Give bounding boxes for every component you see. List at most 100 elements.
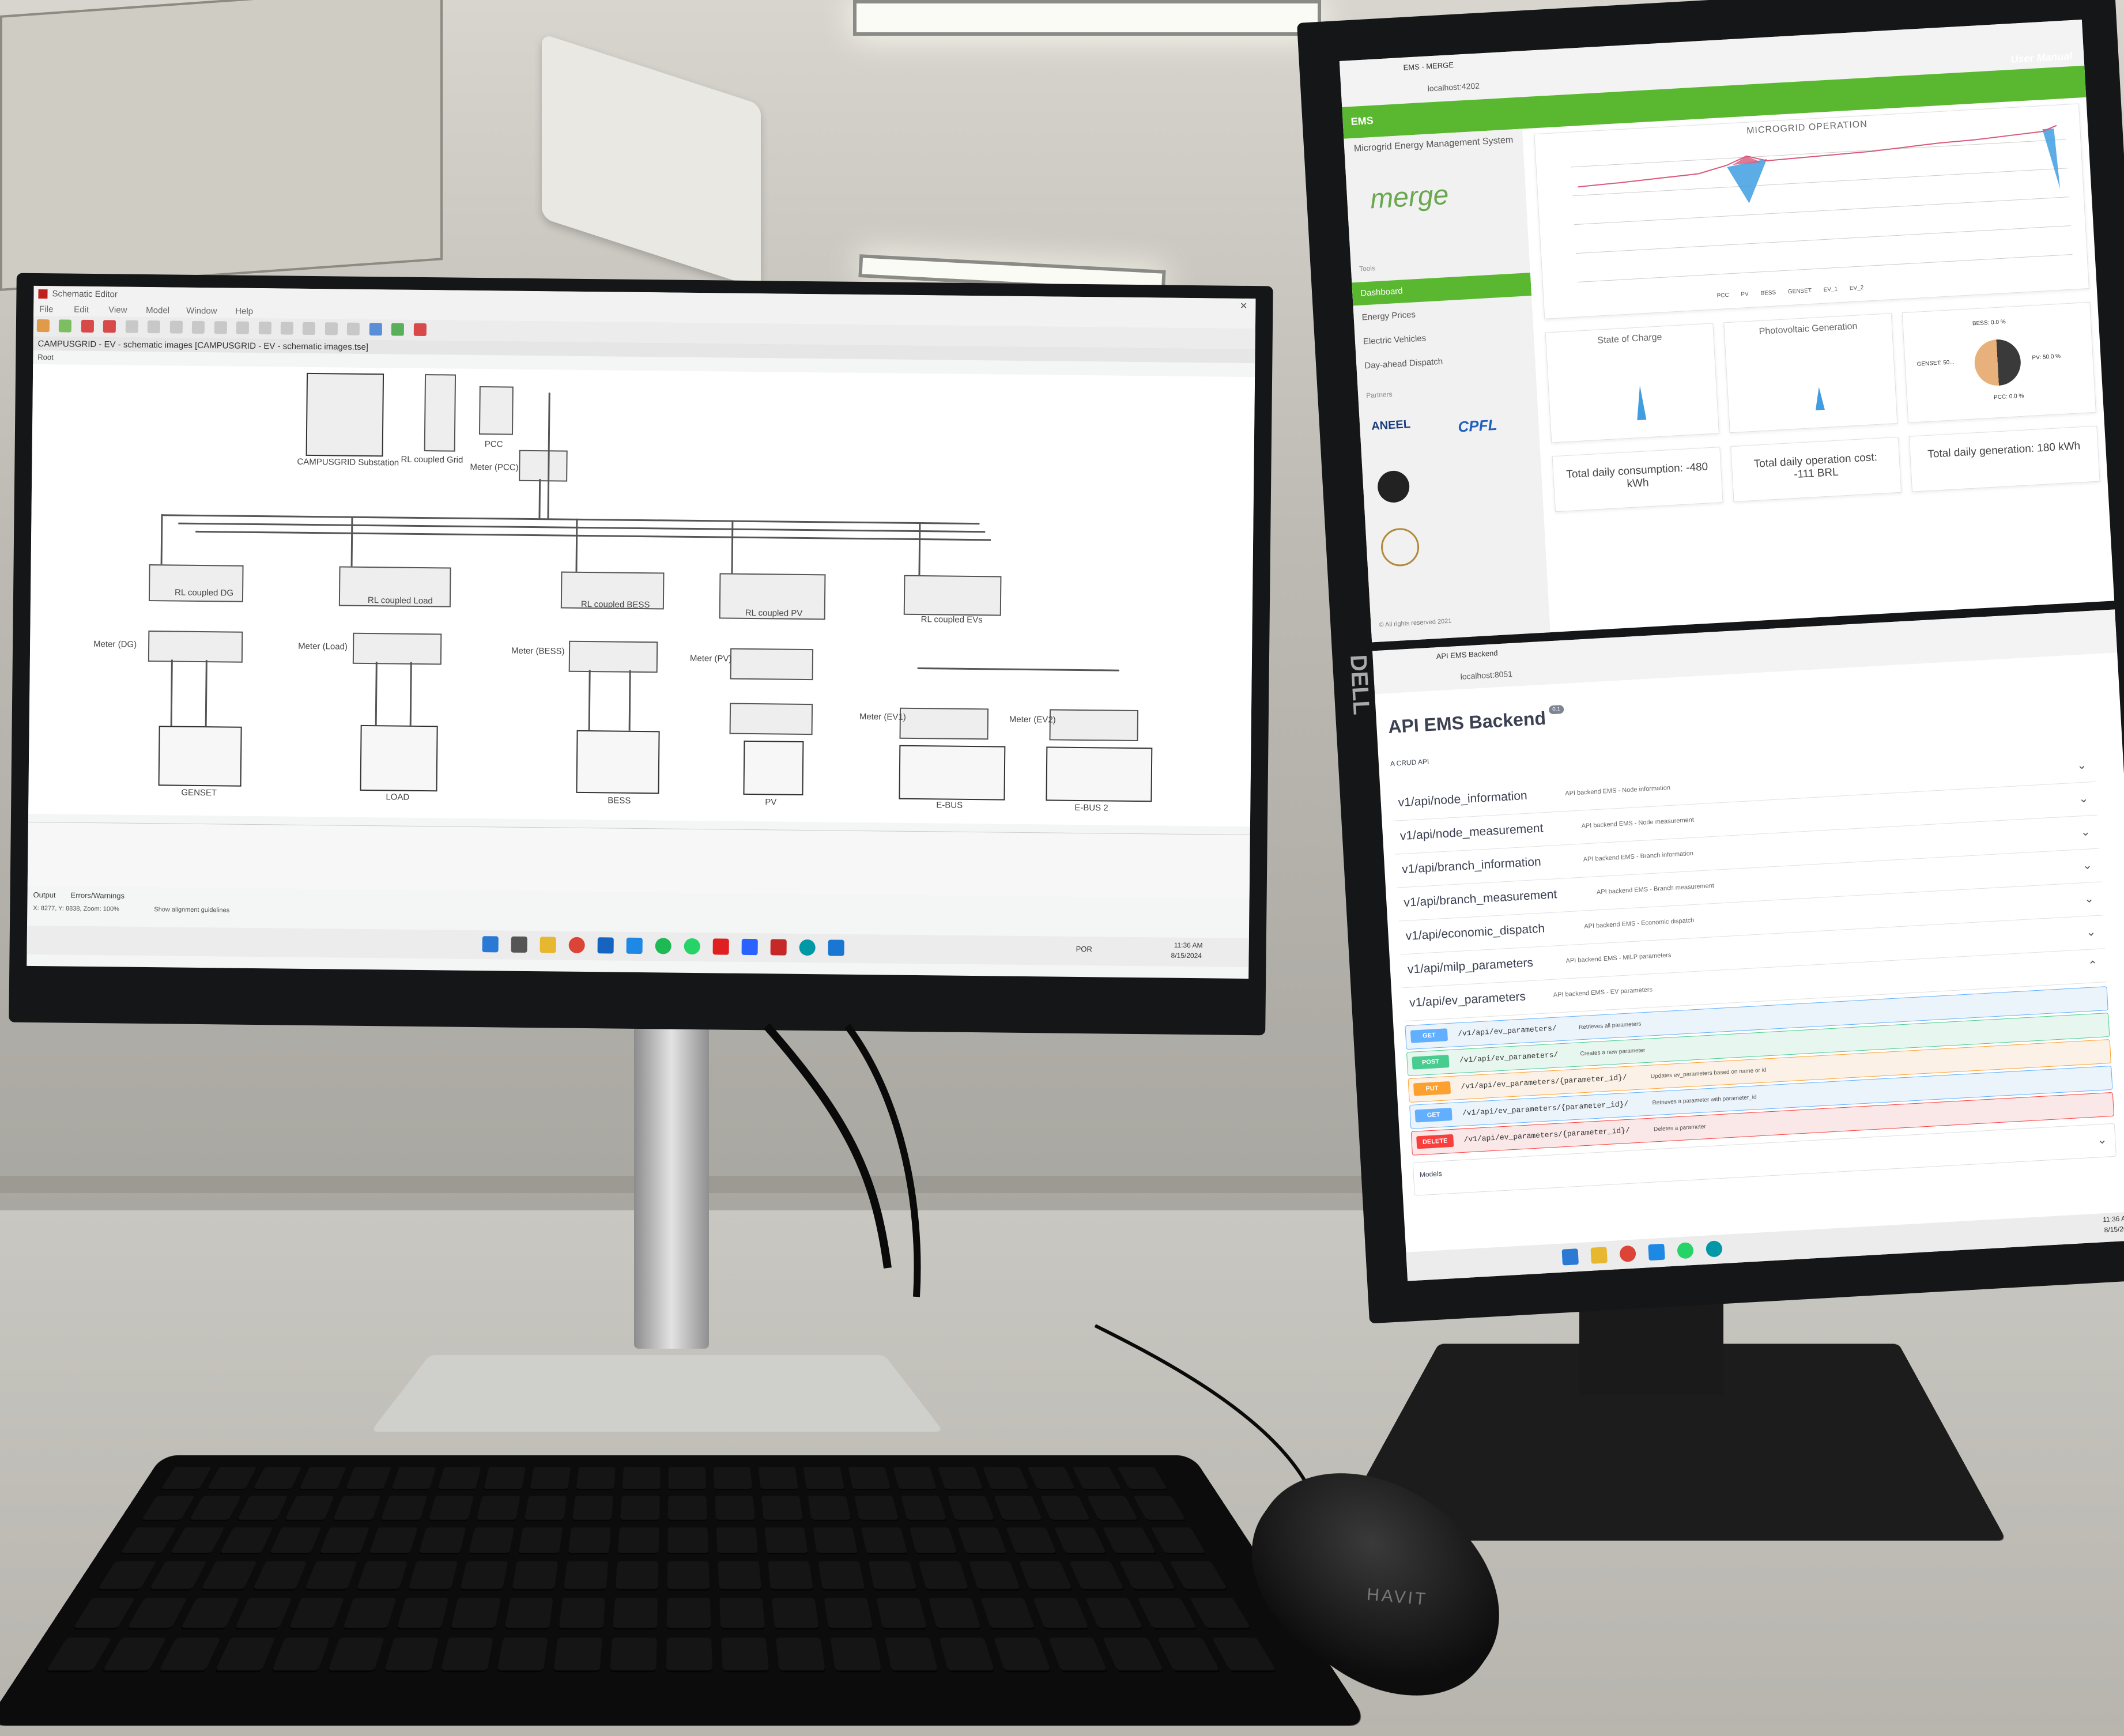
meter-pcc-block[interactable]: [519, 450, 568, 482]
language-indicator[interactable]: POR: [1076, 945, 1092, 953]
zoom-out-icon[interactable]: [258, 322, 271, 335]
menu-help[interactable]: Help: [235, 307, 253, 316]
grid-block[interactable]: [424, 374, 457, 452]
meter-load-block[interactable]: [352, 632, 442, 665]
legend-ev1[interactable]: EV_1: [1823, 286, 1838, 293]
vscode-icon[interactable]: [626, 937, 643, 954]
clock-time-2[interactable]: 11:36 AM: [2103, 1214, 2124, 1224]
menu-file[interactable]: File: [39, 304, 53, 314]
zoom-in-icon[interactable]: [236, 321, 250, 334]
edge-icon[interactable]: [1706, 1240, 1723, 1258]
pcc-block[interactable]: [478, 386, 514, 435]
copy-icon[interactable]: [191, 320, 205, 334]
tab-schematic[interactable]: CAMPUSGRID - EV - schematic images [CAMP…: [37, 339, 368, 352]
clock-date-2[interactable]: 8/15/2024: [2104, 1224, 2124, 1234]
outlook-icon[interactable]: [597, 937, 614, 954]
chevron-down-icon[interactable]: ⌄: [2086, 924, 2096, 939]
keyboard-key: [1086, 1496, 1139, 1522]
address-bar-2[interactable]: localhost:8051: [1460, 669, 1512, 681]
run-icon[interactable]: [391, 323, 405, 336]
meter-ev1-block[interactable]: [899, 707, 989, 740]
clock-time[interactable]: 11:36 AM: [1174, 941, 1203, 950]
legend-ev2[interactable]: EV_2: [1850, 285, 1864, 292]
flip-icon[interactable]: [325, 322, 338, 335]
pie-label-bess: BESS: 0.0 %: [1972, 319, 2006, 327]
browser-tab-ems[interactable]: EMS - MERGE: [1403, 61, 1454, 72]
chrome-icon[interactable]: [568, 937, 585, 954]
whatsapp-icon[interactable]: [684, 938, 700, 955]
stop-icon[interactable]: [413, 323, 427, 337]
tab-output[interactable]: Output: [33, 890, 55, 899]
browser-tab-api[interactable]: API EMS Backend: [1436, 648, 1498, 661]
ems-brand[interactable]: EMS: [1350, 115, 1374, 128]
taskview-icon[interactable]: [511, 936, 527, 953]
edge-icon[interactable]: [799, 939, 816, 956]
windows-start-icon[interactable]: [482, 936, 499, 953]
save-all-icon[interactable]: [103, 320, 116, 333]
chevron-down-icon[interactable]: ⌄: [2082, 858, 2092, 873]
genset-icon[interactable]: [158, 726, 242, 787]
legend-pv[interactable]: PV: [1741, 291, 1749, 298]
ebus2-icon[interactable]: [1046, 746, 1153, 802]
status-guidelines[interactable]: Show alignment guidelines: [154, 906, 229, 914]
explorer-icon[interactable]: [1590, 1247, 1608, 1264]
chrome-icon[interactable]: [1619, 1245, 1636, 1263]
close-icon[interactable]: ✕: [1240, 300, 1248, 312]
whatsapp-icon[interactable]: [1677, 1241, 1694, 1259]
meter-ev2-block[interactable]: [1049, 709, 1139, 742]
load-house-icon[interactable]: [360, 724, 438, 792]
align-icon[interactable]: [347, 322, 360, 335]
zoom-fit-icon[interactable]: [280, 322, 293, 335]
menu-edit[interactable]: Edit: [74, 305, 89, 315]
chevron-down-icon[interactable]: ⌄: [2097, 1133, 2107, 1148]
open-icon[interactable]: [59, 319, 72, 333]
cut-icon[interactable]: [169, 320, 183, 334]
legend-pcc[interactable]: PCC: [1716, 292, 1729, 299]
rl-evs-block[interactable]: [903, 575, 1002, 616]
operation-line-chart[interactable]: [1534, 104, 2088, 319]
paste-icon[interactable]: [214, 321, 227, 334]
chevron-down-icon[interactable]: ⌄: [2084, 891, 2095, 906]
keyboard-key: [758, 1466, 799, 1490]
rotate-icon[interactable]: [303, 322, 316, 335]
typhoon-icon[interactable]: [770, 939, 787, 956]
vscode-icon[interactable]: [1648, 1243, 1665, 1261]
address-bar[interactable]: localhost:4202: [1427, 81, 1480, 93]
tab-errors[interactable]: Errors/Warnings: [70, 891, 125, 900]
meter-bess-block[interactable]: [568, 640, 658, 673]
share-pie[interactable]: [1973, 338, 2022, 387]
meter-dg-block[interactable]: [148, 631, 243, 663]
schematic-canvas[interactable]: CAMPUSGRID Substation RL coupled Grid PC…: [28, 364, 1255, 827]
root-breadcrumb[interactable]: Root: [37, 353, 54, 361]
bess-icon[interactable]: [576, 730, 660, 794]
explorer-icon[interactable]: [540, 937, 556, 953]
new-icon[interactable]: [36, 319, 50, 333]
save-icon[interactable]: [81, 319, 94, 333]
menu-model[interactable]: Model: [146, 305, 169, 315]
pv-block-2[interactable]: [729, 703, 813, 735]
chevron-up-icon[interactable]: ⌃: [2088, 958, 2098, 973]
keyboard-key: [450, 1598, 501, 1630]
keyboard-key: [97, 1561, 157, 1591]
spotify-icon[interactable]: [655, 938, 671, 954]
meter-pv-block[interactable]: [730, 648, 814, 681]
legend-genset[interactable]: GENSET: [1788, 288, 1812, 295]
chevron-down-icon[interactable]: ⌄: [2077, 758, 2087, 773]
windows-start-icon[interactable]: [1561, 1248, 1579, 1266]
clock-date[interactable]: 8/15/2024: [1171, 952, 1202, 960]
substation-icon[interactable]: [305, 372, 384, 457]
legend-bess[interactable]: BESS: [1760, 289, 1776, 296]
chevron-down-icon[interactable]: ⌄: [2080, 824, 2091, 839]
menu-view[interactable]: View: [108, 305, 127, 315]
redo-icon[interactable]: [148, 320, 161, 334]
compile-icon[interactable]: [369, 323, 382, 336]
pv-panel-icon[interactable]: [743, 740, 804, 795]
acrobat-icon[interactable]: [712, 938, 729, 955]
method-badge: GET: [1410, 1028, 1448, 1043]
app-icon[interactable]: [741, 938, 758, 956]
ebus-icon[interactable]: [899, 745, 1006, 801]
terminal-icon[interactable]: [828, 939, 844, 956]
undo-icon[interactable]: [125, 320, 138, 333]
chevron-down-icon[interactable]: ⌄: [2078, 791, 2089, 806]
menu-window[interactable]: Window: [186, 306, 217, 316]
